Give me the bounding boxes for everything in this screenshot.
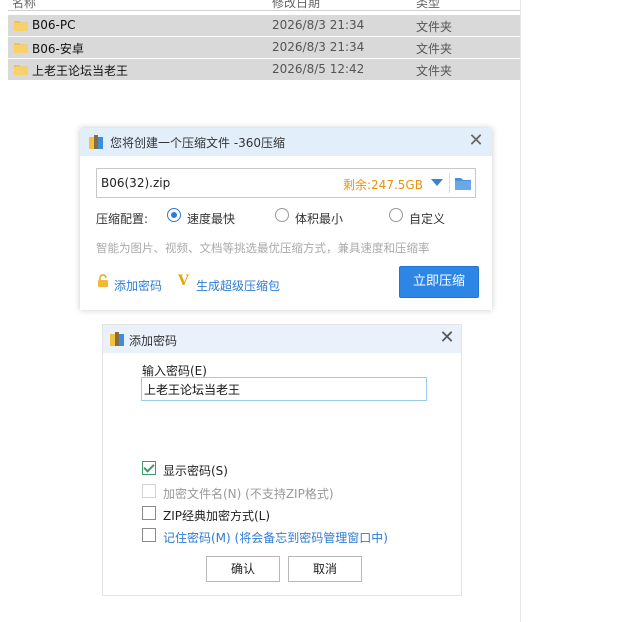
folder-icon [14,21,28,31]
radio-smallest-label[interactable]: 体积最小 [295,210,343,227]
file-row[interactable]: B06-安卓 2026/8/3 21:34 文件夹 [8,37,520,58]
close-icon[interactable]: ✕ [439,329,455,347]
file-type: 文件夹 [416,42,453,56]
zip-classic-encryption-checkbox[interactable] [142,506,156,520]
radio-fastest-label[interactable]: 速度最快 [187,210,235,227]
add-password-link[interactable]: 添加密码 [114,277,162,294]
archive-filename-field[interactable]: B06(32).zip 剩余:247.5GB [96,168,476,198]
password-dialog-title: 添加密码 [129,334,178,348]
cancel-button[interactable]: 取消 [288,556,362,582]
show-password-checkbox[interactable] [142,461,156,475]
pane-divider [520,0,521,622]
password-dialog-titlebar[interactable]: 添加密码 ✕ [103,325,461,353]
file-row[interactable]: B06-PC 2026/8/3 21:34 文件夹 [8,15,520,36]
confirm-button[interactable]: 确认 [206,556,280,582]
super-pack-link[interactable]: 生成超级压缩包 [196,277,280,294]
radio-fastest[interactable] [167,208,181,222]
column-header-date[interactable]: 修改日期 [272,0,320,10]
remember-password-label[interactable]: 记住密码(M) (将会备忘到密码管理窗口中) [163,529,388,546]
folder-icon [14,43,28,53]
encrypt-filename-checkbox [142,484,156,498]
file-type: 文件夹 [416,64,453,78]
remember-password-checkbox[interactable] [142,528,156,542]
super-pack-icon[interactable]: V [178,273,189,289]
file-list-header: 名称 修改日期 类型 [8,0,520,11]
file-name: 上老王论坛当老王 [32,64,129,78]
compress-now-button[interactable]: 立即压缩 [399,266,479,298]
column-header-type[interactable]: 类型 [416,0,440,10]
file-type: 文件夹 [416,20,453,34]
close-icon[interactable]: ✕ [468,132,484,150]
file-date: 2026/8/5 12:42 [272,62,365,76]
file-row[interactable]: 上老王论坛当老王 2026/8/5 12:42 文件夹 [8,59,520,80]
compress-dialog: 您将创建一个压缩文件 -360压缩 ✕ B06(32).zip 剩余:247.5… [80,128,492,310]
lock-icon[interactable] [97,274,109,287]
compress-hint: 智能为图片、视频、文档等挑选最优压缩方式，兼具速度和压缩率 [96,241,430,255]
file-date: 2026/8/3 21:34 [272,18,365,32]
radio-custom-label[interactable]: 自定义 [409,210,445,227]
compress-dialog-titlebar[interactable]: 您将创建一个压缩文件 -360压缩 ✕ [80,128,492,156]
archive-app-icon [89,135,103,149]
compress-config-label: 压缩配置: [96,212,149,226]
remaining-space: 剩余:247.5GB [343,178,423,192]
file-list: 名称 修改日期 类型 B06-PC 2026/8/3 21:34 文件夹 B06… [8,0,520,80]
chevron-down-icon[interactable] [431,179,443,186]
compress-dialog-title: 您将创建一个压缩文件 -360压缩 [110,136,286,150]
file-name: B06-安卓 [32,42,84,56]
column-header-name[interactable]: 名称 [12,0,36,10]
password-input[interactable] [141,377,427,401]
folder-icon [14,65,28,75]
archive-app-icon [110,332,124,346]
radio-smallest[interactable] [275,208,289,222]
show-password-label[interactable]: 显示密码(S) [163,462,228,479]
encrypt-filename-label: 加密文件名(N) (不支持ZIP格式) [163,487,334,501]
radio-custom[interactable] [389,208,403,222]
divider [449,173,450,193]
add-password-dialog: 添加密码 ✕ 输入密码(E) 显示密码(S) 加密文件名(N) (不支持ZIP格… [102,324,462,596]
file-date: 2026/8/3 21:34 [272,40,365,54]
file-name: B06-PC [32,18,76,32]
browse-folder-icon[interactable] [455,176,471,190]
zip-classic-encryption-label[interactable]: ZIP经典加密方式(L) [163,507,270,524]
archive-filename[interactable]: B06(32).zip [101,176,170,190]
